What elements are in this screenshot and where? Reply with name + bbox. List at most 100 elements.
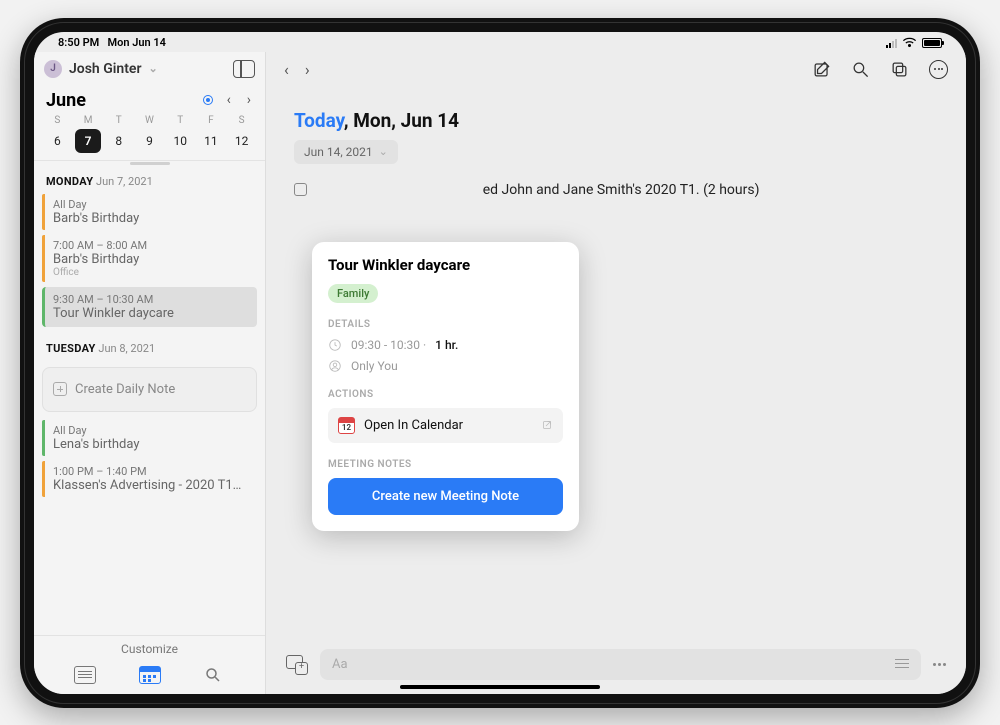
actions-section-label: ACTIONS [328,389,563,400]
task-text: ed John and Jane Smith's 2020 T1. (2 hou… [483,182,760,198]
agenda-day-header: MONDAY Jun 7, 2021 [34,165,265,194]
wh: W [134,115,165,126]
event-time: 7:00 AM – 8:00 AM [53,239,249,252]
event-popover: Tour Winkler daycare Family DETAILS 09:3… [312,242,579,531]
note-content: Today, Mon, Jun 14 Jun 14, 2021 ⌄ xxxxxx… [266,87,966,198]
create-daily-note-button[interactable]: Create Daily Note [42,367,257,412]
title-date: , Mon, Jun 14 [344,109,459,132]
event-name: Barb's Birthday [53,252,249,267]
agenda-list[interactable]: MONDAY Jun 7, 2021 All Day Barb's Birthd… [34,165,265,635]
wh: T [103,115,134,126]
event-time: All Day [53,198,249,211]
weekday-header: S M T W T F S [34,113,265,126]
clock-icon [328,338,342,352]
quick-input[interactable]: Aa [320,649,921,680]
event-name: Barb's Birthday [53,211,249,226]
sidebar-header: J Josh Ginter ⌄ [34,52,265,86]
screen: 8:50 PM Mon Jun 14 J Josh Ginter ⌄ June [34,32,966,694]
today-dot-icon[interactable] [203,95,213,105]
day-cell[interactable]: 9 [136,129,163,153]
month-header: June ‹ › [34,86,265,113]
toggle-sidebar-icon[interactable] [233,60,255,78]
new-block-icon[interactable] [286,655,308,673]
event-item[interactable]: 1:00 PM – 1:40 PM Klassen's Advertising … [42,461,257,497]
wh: F [196,115,227,126]
customize-link[interactable]: Customize [34,640,265,662]
event-time: 1:00 PM – 1:40 PM [53,465,249,478]
chevron-down-icon: ⌄ [379,145,388,158]
plus-icon [53,382,67,396]
more-icon[interactable] [929,60,948,79]
search-tab-icon[interactable] [204,666,226,684]
list-icon [895,659,909,669]
status-bar: 8:50 PM Mon Jun 14 [34,32,966,52]
wh: M [73,115,104,126]
month-name: June [46,90,86,111]
create-note-label: Create Daily Note [75,382,175,397]
page-title: Today, Mon, Jun 14 [294,109,938,132]
status-time: 8:50 PM [58,36,99,49]
task-row[interactable]: xxxxxxxxxxxxxxxxxxxxxxx ed John and Jane… [294,182,938,198]
search-icon[interactable] [851,60,870,79]
back-button[interactable]: ‹ [284,60,289,79]
chevron-down-icon: ⌄ [149,62,158,75]
day-cell[interactable]: 11 [198,129,225,153]
sidebar-tabs [34,662,265,690]
copy-icon[interactable] [890,60,909,79]
create-meeting-note-button[interactable]: Create new Meeting Note [328,478,563,515]
event-time: 9:30 AM – 10:30 AM [53,293,249,306]
status-left: 8:50 PM Mon Jun 14 [58,36,166,49]
event-location: Office [53,267,249,278]
details-section-label: DETAILS [328,319,563,330]
calendar-tab-icon[interactable] [139,666,161,684]
notes-tab-icon[interactable] [74,666,96,684]
event-item[interactable]: All Day Barb's Birthday [42,194,257,230]
calendar-tag[interactable]: Family [328,284,378,303]
open-in-calendar-label: Open In Calendar [364,418,463,433]
event-time: All Day [53,424,249,437]
date-chip-label: Jun 14, 2021 [304,145,373,159]
checkbox-icon[interactable] [294,183,307,196]
detail-visibility: Only You [328,359,563,373]
toolbar: ‹ › [266,52,966,87]
today-label: Today [294,109,344,132]
calendar-app-icon: 12 [338,417,355,434]
wh: T [165,115,196,126]
time-range: 09:30 - 10:30 · [351,338,426,352]
user-switcher[interactable]: J Josh Ginter ⌄ [44,60,158,78]
day-cell[interactable]: 10 [167,129,194,153]
avatar: J [44,60,62,78]
day-cell[interactable]: 6 [44,129,71,153]
next-week-button[interactable]: › [245,92,253,108]
compose-icon[interactable] [812,60,831,79]
day-cell[interactable]: 8 [105,129,132,153]
wifi-icon [902,37,917,48]
bottom-bar: Aa [266,639,966,694]
month-nav: ‹ › [203,92,253,108]
open-external-icon [541,419,553,431]
open-in-calendar-button[interactable]: 12 Open In Calendar [328,408,563,443]
home-indicator[interactable] [400,685,600,689]
event-item-selected[interactable]: 9:30 AM – 10:30 AM Tour Winkler daycare [42,287,257,327]
prev-week-button[interactable]: ‹ [225,92,233,108]
sidebar: J Josh Ginter ⌄ June ‹ › S M T W T F S [34,52,266,694]
date-chip[interactable]: Jun 14, 2021 ⌄ [294,140,398,164]
event-item[interactable]: All Day Lena's birthday [42,420,257,456]
wh: S [42,115,73,126]
forward-button[interactable]: › [305,60,310,79]
toolbar-nav: ‹ › [284,60,310,79]
status-right [886,37,942,48]
event-name: Tour Winkler daycare [53,306,249,321]
duration: 1 hr. [435,338,458,352]
status-date: Mon Jun 14 [107,36,165,49]
user-name: Josh Ginter [69,61,142,77]
day-cell[interactable]: 12 [228,129,255,153]
day-cell-selected[interactable]: 7 [75,129,102,153]
more-icon[interactable] [933,663,946,666]
event-item[interactable]: 7:00 AM – 8:00 AM Barb's Birthday Office [42,235,257,282]
person-icon [328,359,342,373]
input-placeholder: Aa [332,657,348,672]
toolbar-actions [812,60,948,79]
agenda-day-header: TUESDAY Jun 8, 2021 [34,332,265,361]
popover-title: Tour Winkler daycare [328,256,563,274]
